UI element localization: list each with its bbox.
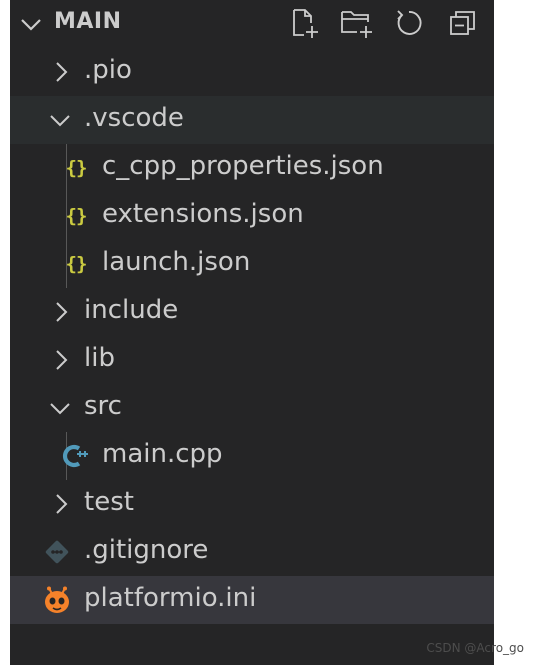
tree-item-extensions-json[interactable]: {} extensions.json: [10, 192, 494, 240]
tree-item-label: include: [84, 295, 179, 325]
tree-item-test[interactable]: test: [10, 480, 494, 528]
tree-item-main-cpp[interactable]: main.cpp: [10, 432, 494, 480]
chevron-right-icon: [56, 350, 68, 370]
tree-item-gitignore[interactable]: .gitignore: [10, 528, 494, 576]
tree-item-lib[interactable]: lib: [10, 336, 494, 384]
refresh-icon: [397, 10, 422, 35]
cpp-icon: [62, 442, 90, 470]
new-file-icon: [293, 9, 318, 38]
new-folder-icon: [341, 11, 372, 38]
tree-item-label: platformio.ini: [84, 583, 257, 613]
git-icon: [43, 538, 71, 566]
tree-item-label: extensions.json: [102, 199, 304, 229]
tree-item-label: .vscode: [84, 103, 184, 133]
tree-item-label: .gitignore: [84, 535, 209, 565]
chevron-right-icon: [56, 494, 68, 514]
json-braces-icon: {}: [65, 157, 88, 179]
tree-item-c-cpp-properties-json[interactable]: {} c_cpp_properties.json: [10, 144, 494, 192]
watermark: CSDN @Acro_go: [426, 641, 524, 655]
refresh-button[interactable]: [392, 6, 426, 40]
tree-item-label: main.cpp: [102, 439, 223, 469]
explorer-title: MAIN: [54, 9, 122, 34]
tree-item-launch-json[interactable]: {} launch.json: [10, 240, 494, 288]
chevron-right-icon: [56, 62, 68, 82]
chevron-down-icon: [50, 403, 70, 415]
json-braces-icon: {}: [65, 253, 88, 275]
platformio-icon: [43, 586, 71, 614]
tree-item-src[interactable]: src: [10, 384, 494, 432]
new-file-button[interactable]: [288, 6, 322, 40]
chevron-right-icon: [56, 302, 68, 322]
tree-item-label: c_cpp_properties.json: [102, 151, 384, 181]
tree-item-label: test: [84, 487, 134, 517]
tree-item-label: launch.json: [102, 247, 251, 277]
tree-item-platformio-ini[interactable]: platformio.ini: [10, 576, 494, 624]
chevron-down-icon: [50, 115, 70, 127]
collapse-all-button[interactable]: [446, 6, 480, 40]
explorer-header[interactable]: MAIN: [10, 0, 494, 46]
new-folder-button[interactable]: [340, 6, 374, 40]
tree-item-label: src: [84, 391, 122, 421]
tree-item-label: .pio: [84, 55, 132, 85]
tree-item-label: lib: [84, 343, 115, 373]
explorer-panel: MAIN .pio .vscode {} c_cpp_properties.js…: [10, 0, 494, 665]
tree-item-include[interactable]: include: [10, 288, 494, 336]
json-braces-icon: {}: [65, 205, 88, 227]
collapse-all-icon: [450, 11, 475, 35]
tree-item-pio[interactable]: .pio: [10, 48, 494, 96]
chevron-down-icon[interactable]: [20, 13, 42, 35]
tree-item-vscode[interactable]: .vscode: [10, 96, 494, 144]
